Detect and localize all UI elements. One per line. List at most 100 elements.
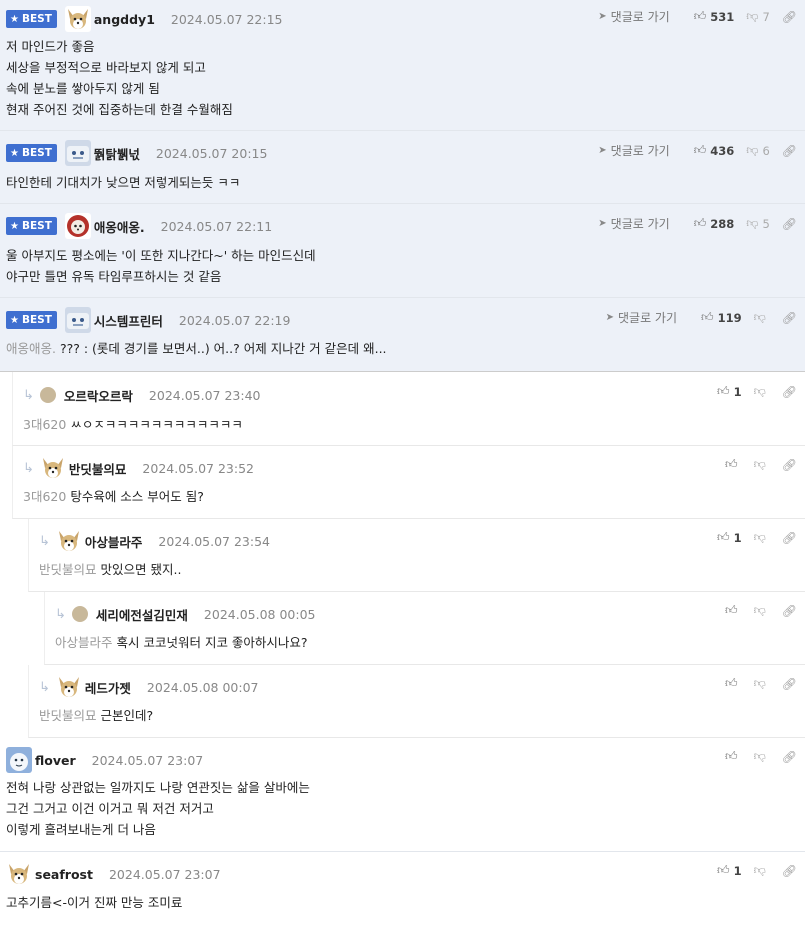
reply-target-tag[interactable]: 3대620 <box>23 417 66 432</box>
downvote-button[interactable]: 👎︎ 6 <box>746 143 770 158</box>
thumbs-down-icon: 👎︎ <box>753 384 766 398</box>
share-link-button[interactable]: 🔗︎ <box>782 458 797 472</box>
thumbs-down-icon: 👎︎ <box>746 9 759 23</box>
author-nickname[interactable]: 아상블라주 <box>85 532 143 551</box>
goto-comment-link[interactable]: ➤ 댓글로 가기 <box>598 215 669 232</box>
goto-comment-link[interactable]: ➤ 댓글로 가기 <box>606 309 677 326</box>
downvote-count: 6 <box>762 143 770 158</box>
goto-comment-link[interactable]: ➤ 댓글로 가기 <box>598 142 669 159</box>
upvote-count: 531 <box>710 9 735 24</box>
reply-arrow-icon: ↳ <box>23 387 34 403</box>
reply-target-tag[interactable]: 반딧불의묘 <box>39 708 97 723</box>
avatar[interactable] <box>71 606 88 622</box>
downvote-button[interactable]: 👎︎ 7 <box>746 9 770 24</box>
share-link-button[interactable]: 🔗︎ <box>782 677 797 691</box>
author-nickname[interactable]: flover <box>35 753 76 768</box>
downvote-button[interactable]: 👎︎ <box>754 676 770 691</box>
thumbs-down-icon: 👎︎ <box>753 749 766 763</box>
upvote-button[interactable]: 👍︎ <box>725 676 742 691</box>
link-icon: 🔗︎ <box>781 676 797 691</box>
avatar[interactable] <box>55 674 82 700</box>
paper-plane-icon: ➤ <box>598 145 607 156</box>
share-link-button[interactable]: 🔗︎ <box>782 217 797 231</box>
avatar[interactable] <box>39 387 56 403</box>
thumbs-down-icon: 👎︎ <box>753 457 766 471</box>
star-icon: ★ <box>10 147 19 159</box>
comment-date: 2024.05.07 20:15 <box>155 145 268 161</box>
avatar[interactable] <box>64 213 91 239</box>
comment-date: 2024.05.07 23:40 <box>148 387 261 403</box>
author-nickname[interactable]: 오르락오르락 <box>64 386 133 405</box>
upvote-button[interactable]: 👍︎ 1 <box>717 530 742 545</box>
author-nickname[interactable]: seafrost <box>35 867 93 882</box>
upvote-count: 436 <box>710 143 735 158</box>
avatar[interactable] <box>64 307 91 333</box>
upvote-button[interactable]: 👍︎ 1 <box>717 863 742 878</box>
reply-item: ↳ 레드가젯 2024.05.08 00:07 👍︎ 👎︎ 🔗︎ 반딧불의묘 근본… <box>28 665 805 738</box>
share-link-button[interactable]: 🔗︎ <box>782 604 797 618</box>
thumbs-down-icon: 👎︎ <box>753 310 766 324</box>
thumbs-down-icon: 👎︎ <box>753 530 766 544</box>
author-nickname[interactable]: 반딧불의묘 <box>69 459 127 478</box>
link-icon: 🔗︎ <box>781 603 797 618</box>
upvote-button[interactable]: 👍︎ <box>725 749 742 764</box>
author-nickname[interactable]: angddy1 <box>94 12 155 27</box>
upvote-button[interactable]: 👍︎ 288 <box>694 216 735 231</box>
thumbs-down-icon: 👎︎ <box>746 143 759 157</box>
upvote-button[interactable]: 👍︎ 1 <box>717 384 742 399</box>
upvote-button[interactable]: 👍︎ <box>725 603 742 618</box>
share-link-button[interactable]: 🔗︎ <box>782 750 797 764</box>
avatar[interactable] <box>39 455 66 481</box>
reply-item: ↳ 아상블라주 2024.05.07 23:54 👍︎ 1 👎︎ 🔗︎ 반딧불의묘… <box>28 519 805 592</box>
reply-target-tag[interactable]: 애옹애옹. <box>6 341 56 356</box>
share-link-button[interactable]: 🔗︎ <box>782 864 797 878</box>
share-link-button[interactable]: 🔗︎ <box>782 531 797 545</box>
comment-actions: 👍︎ 1 👎︎ 🔗︎ <box>705 384 797 399</box>
comment-body: 3대620 ㅆㅇㅈㅋㅋㅋㅋㅋㅋㅋㅋㅋㅋㅋㅋ <box>23 417 243 432</box>
comment-actions: 👍︎ 1 👎︎ 🔗︎ <box>705 530 797 545</box>
reply-target-tag[interactable]: 3대620 <box>23 489 66 504</box>
avatar[interactable] <box>55 528 82 554</box>
avatar[interactable] <box>6 861 32 887</box>
downvote-button[interactable]: 👎︎ <box>754 530 770 545</box>
author-nickname[interactable]: 뛁탉뷁넋 <box>94 144 140 163</box>
reply-arrow-icon: ↳ <box>39 533 50 549</box>
downvote-button[interactable]: 👎︎ <box>754 457 770 472</box>
share-link-button[interactable]: 🔗︎ <box>782 311 797 325</box>
reply-target-tag[interactable]: 반딧불의묘 <box>39 562 97 577</box>
comment-item: flover 2024.05.07 23:07 👍︎ 👎︎ 🔗︎ 전혀 나랑 상… <box>0 738 805 852</box>
reply-arrow-icon: ↳ <box>55 606 66 622</box>
author-nickname[interactable]: 시스템프린터 <box>94 311 163 330</box>
comment-actions: ➤ 댓글로 가기 👍︎ 119 👎︎ 🔗︎ <box>606 309 797 326</box>
upvote-button[interactable]: 👍︎ <box>725 457 742 472</box>
avatar[interactable] <box>64 6 91 32</box>
downvote-button[interactable]: 👎︎ <box>754 603 770 618</box>
avatar[interactable] <box>6 747 32 773</box>
avatar[interactable] <box>64 140 91 166</box>
comment-date: 2024.05.08 00:07 <box>146 679 259 695</box>
author-nickname[interactable]: 레드가젯 <box>85 678 131 697</box>
star-icon: ★ <box>10 314 19 326</box>
comment-actions: 👍︎ 1 👎︎ 🔗︎ <box>705 863 797 878</box>
comment-header: ↳ 아상블라주 2024.05.07 23:54 <box>39 528 270 554</box>
reply-target-tag[interactable]: 아상블라주 <box>55 635 113 650</box>
star-icon: ★ <box>10 220 19 232</box>
upvote-button[interactable]: 👍︎ 531 <box>694 9 735 24</box>
upvote-button[interactable]: 👍︎ 119 <box>701 310 742 325</box>
share-link-button[interactable]: 🔗︎ <box>782 144 797 158</box>
author-nickname[interactable]: 애옹애옹. <box>94 217 145 236</box>
reply-arrow-icon: ↳ <box>23 460 34 476</box>
paper-plane-icon: ➤ <box>605 312 614 323</box>
upvote-button[interactable]: 👍︎ 436 <box>694 143 735 158</box>
downvote-button[interactable]: 👎︎ <box>754 384 770 399</box>
downvote-button[interactable]: 👎︎ <box>754 310 770 325</box>
goto-comment-link[interactable]: ➤ 댓글로 가기 <box>598 8 669 25</box>
share-link-button[interactable]: 🔗︎ <box>782 385 797 399</box>
link-icon: 🔗︎ <box>781 384 797 399</box>
comment-date: 2024.05.07 23:07 <box>91 752 204 768</box>
author-nickname[interactable]: 세리에전설김민재 <box>96 605 188 624</box>
downvote-button[interactable]: 👎︎ <box>754 863 770 878</box>
share-link-button[interactable]: 🔗︎ <box>782 10 797 24</box>
downvote-button[interactable]: 👎︎ 5 <box>746 216 770 231</box>
downvote-button[interactable]: 👎︎ <box>754 749 770 764</box>
